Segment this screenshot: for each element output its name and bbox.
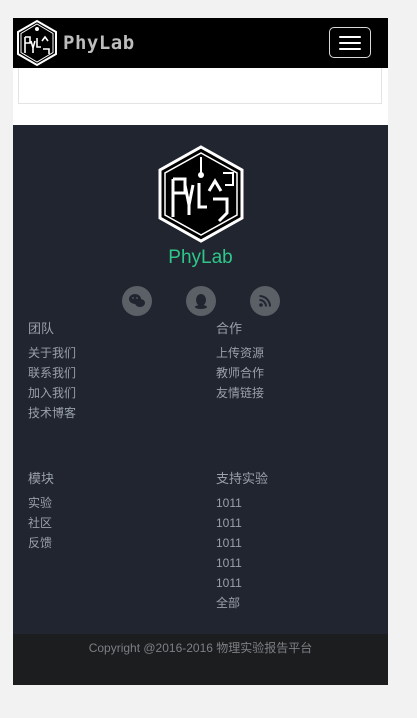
qq-icon xyxy=(195,294,207,309)
footer-link-contact[interactable]: 联系我们 xyxy=(28,363,76,383)
footer-brand-name: PhyLab xyxy=(168,247,233,268)
footer-link-friends[interactable]: 友情链接 xyxy=(216,383,264,403)
footer-link-teacher[interactable]: 教师合作 xyxy=(216,363,264,383)
cooperation-links: 上传资源 教师合作 友情链接 xyxy=(216,343,264,403)
footer: PhyLab 团队 关于我们 联系我们 加入我们 技术博客 合作 上传资源 教师… xyxy=(13,125,388,634)
footer-link-experiment-1011[interactable]: 1011 xyxy=(216,553,242,573)
footer-link-experiment-1011[interactable]: 1011 xyxy=(216,513,242,533)
page-frame: PhyLab PhyLab 团队 关于我们 联系我们 加入我们 技术博客 合作 … xyxy=(13,18,388,685)
footer-link-community[interactable]: 社区 xyxy=(28,513,52,533)
footer-link-experiment-1011[interactable]: 1011 xyxy=(216,493,242,513)
footer-link-all[interactable]: 全部 xyxy=(216,593,242,613)
menu-toggle-button[interactable] xyxy=(329,27,371,58)
copyright-text: Copyright @2016-2016 物理实验报告平台 xyxy=(88,641,313,655)
team-column-title: 团队 xyxy=(28,321,55,336)
footer-link-about[interactable]: 关于我们 xyxy=(28,343,76,363)
modules-column-title: 模块 xyxy=(28,471,55,486)
supported-experiments-title: 支持实验 xyxy=(216,471,269,486)
phylab-logo-icon[interactable] xyxy=(15,19,59,67)
wechat-button[interactable] xyxy=(122,286,152,316)
footer-link-feedback[interactable]: 反馈 xyxy=(28,533,52,553)
cooperation-column-title: 合作 xyxy=(216,321,243,336)
footer-link-upload[interactable]: 上传资源 xyxy=(216,343,264,363)
footer-link-experiment-1011[interactable]: 1011 xyxy=(216,533,242,553)
footer-link-experiment-1011[interactable]: 1011 xyxy=(216,573,242,593)
phylab-footer-logo-icon xyxy=(158,145,244,243)
brand-name[interactable]: PhyLab xyxy=(63,32,135,54)
team-links: 关于我们 联系我们 加入我们 技术博客 xyxy=(28,343,76,423)
qq-button[interactable] xyxy=(186,286,216,316)
copyright-bar: Copyright @2016-2016 物理实验报告平台 xyxy=(13,634,388,685)
supported-experiments-links: 1011 1011 1011 1011 1011 全部 xyxy=(216,493,242,613)
rss-button[interactable] xyxy=(250,286,280,316)
wechat-icon xyxy=(129,294,145,307)
hamburger-menu-icon xyxy=(339,36,361,38)
footer-link-blog[interactable]: 技术博客 xyxy=(28,403,76,423)
modules-links: 实验 社区 反馈 xyxy=(28,493,52,553)
navbar: PhyLab xyxy=(13,18,388,68)
footer-link-experiment[interactable]: 实验 xyxy=(28,493,52,513)
rss-icon xyxy=(259,295,271,307)
footer-link-join[interactable]: 加入我们 xyxy=(28,383,76,403)
content-card xyxy=(18,68,382,104)
